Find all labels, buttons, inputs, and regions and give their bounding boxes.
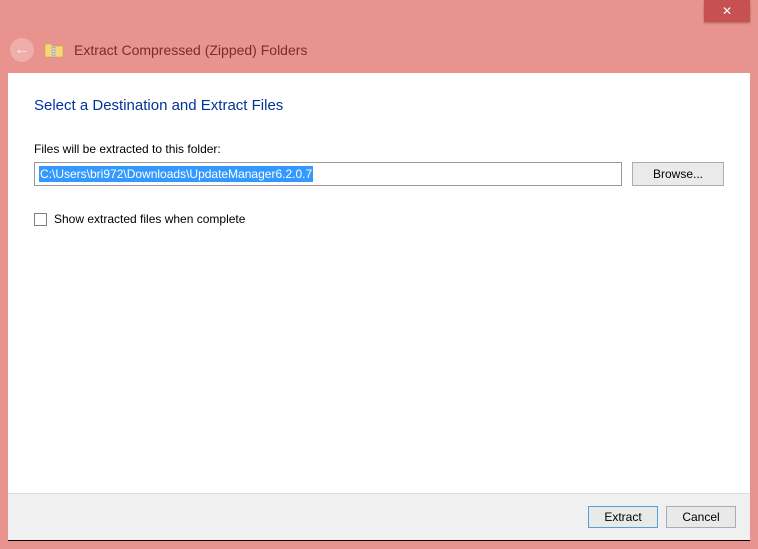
main-heading: Select a Destination and Extract Files	[34, 97, 724, 114]
cancel-button[interactable]: Cancel	[666, 506, 736, 528]
show-extracted-checkbox[interactable]	[34, 213, 47, 226]
extract-button[interactable]: Extract	[588, 506, 658, 528]
header-title: Extract Compressed (Zipped) Folders	[74, 42, 307, 58]
back-button[interactable]: ←	[10, 38, 34, 62]
path-row: C:\Users\bri972\Downloads\UpdateManager6…	[34, 162, 724, 186]
titlebar: ✕	[8, 0, 750, 33]
destination-path-input[interactable]: C:\Users\bri972\Downloads\UpdateManager6…	[34, 162, 622, 186]
content-area: Select a Destination and Extract Files F…	[8, 73, 750, 493]
show-extracted-label: Show extracted files when complete	[54, 212, 245, 226]
window-frame: ✕ ← Extract Compressed (Zipped) Folders …	[0, 0, 758, 549]
close-icon: ✕	[722, 4, 732, 18]
header-bar: ← Extract Compressed (Zipped) Folders	[8, 33, 750, 73]
footer-bar: Extract Cancel	[8, 493, 750, 541]
back-arrow-icon: ←	[14, 41, 30, 59]
zipped-folder-icon	[44, 40, 64, 60]
folder-label: Files will be extracted to this folder:	[34, 142, 724, 156]
path-selected-text: C:\Users\bri972\Downloads\UpdateManager6…	[39, 166, 313, 182]
close-button[interactable]: ✕	[704, 0, 750, 22]
show-extracted-checkbox-row[interactable]: Show extracted files when complete	[34, 212, 724, 226]
browse-button[interactable]: Browse...	[632, 162, 724, 186]
